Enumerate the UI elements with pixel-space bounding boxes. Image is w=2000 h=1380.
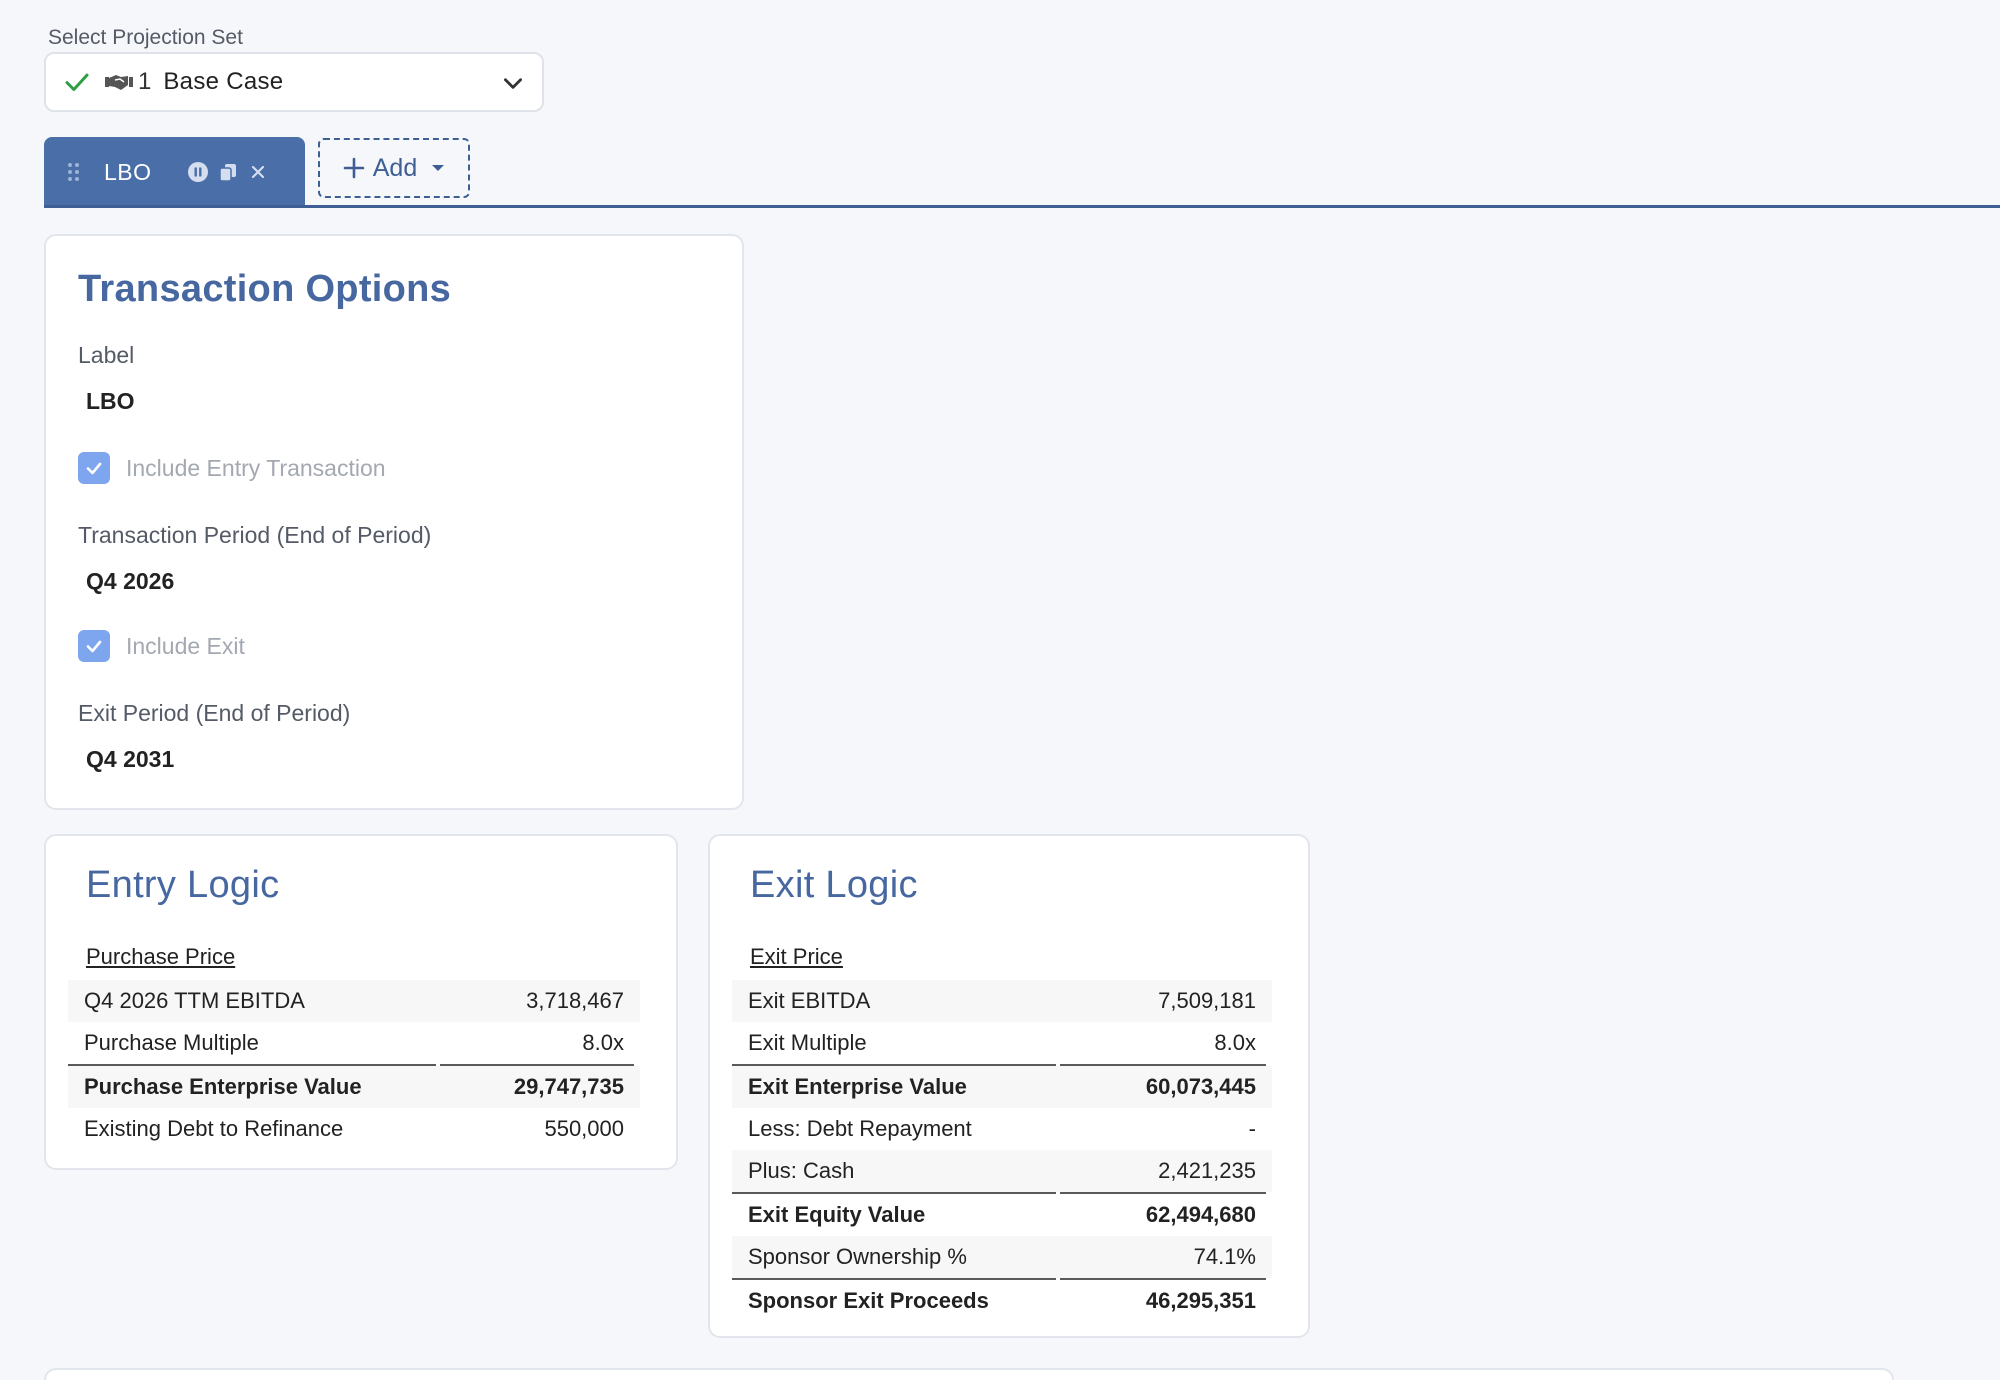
row-label: Exit Multiple xyxy=(748,1030,867,1055)
projection-set-label: Select Projection Set xyxy=(48,26,243,49)
row-value: 3,718,467 xyxy=(526,988,624,1013)
projection-value: Base Case xyxy=(163,68,284,95)
label-field-label: Label xyxy=(78,342,135,368)
drag-handle-icon[interactable] xyxy=(66,162,82,182)
row-label: Exit EBITDA xyxy=(748,988,871,1013)
include-exit-checkbox[interactable]: Include Exit xyxy=(78,630,245,662)
row-label: Existing Debt to Refinance xyxy=(84,1116,344,1141)
row-label: Sponsor Ownership % xyxy=(748,1244,967,1269)
table-row: Less: Debt Repayment - xyxy=(732,1108,1272,1150)
row-value: 550,000 xyxy=(544,1116,624,1141)
transaction-period-value[interactable]: Q4 2026 xyxy=(86,568,174,595)
row-value: 29,747,735 xyxy=(513,1074,624,1099)
section-heading: Exit Price xyxy=(750,944,843,969)
include-entry-checkbox[interactable]: Include Entry Transaction xyxy=(78,452,386,484)
table-row: Exit Enterprise Value 60,073,445 xyxy=(732,1066,1272,1108)
row-value: 62,494,680 xyxy=(1145,1202,1256,1227)
exit-period-value[interactable]: Q4 2031 xyxy=(86,746,174,773)
checkbox-checked[interactable] xyxy=(78,630,110,662)
transaction-options-card: Transaction Options Label LBO Include En… xyxy=(44,234,744,810)
row-label: Purchase Multiple xyxy=(84,1030,259,1055)
section-heading: Purchase Price xyxy=(86,944,236,969)
table-row: Purchase Multiple 8.0x xyxy=(68,1022,640,1064)
row-value: 8.0x xyxy=(1214,1030,1256,1055)
plus-icon xyxy=(343,157,365,179)
card-title: Transaction Options xyxy=(78,268,452,310)
row-value: 60,073,445 xyxy=(1145,1074,1256,1099)
row-label: Exit Equity Value xyxy=(748,1202,926,1227)
check-icon xyxy=(65,73,89,91)
row-value: 8.0x xyxy=(582,1030,624,1055)
table-row: Plus: Cash 2,421,235 xyxy=(732,1150,1272,1192)
check-icon xyxy=(86,462,102,475)
handshake-icon xyxy=(105,75,133,90)
card-title: Exit Logic xyxy=(750,864,918,906)
add-button[interactable]: Add xyxy=(318,138,470,198)
entry-logic-card: Entry Logic Purchase Price Q4 2026 TTM E… xyxy=(44,834,678,1170)
caret-down-icon xyxy=(432,165,445,171)
tab-label: LBO xyxy=(104,158,152,185)
table-row: Existing Debt to Refinance 550,000 xyxy=(68,1108,640,1150)
checkbox-checked[interactable] xyxy=(78,452,110,484)
row-value: 2,421,235 xyxy=(1158,1158,1256,1183)
projection-number: 1 xyxy=(138,68,152,95)
include-exit-label: Include Exit xyxy=(126,632,245,659)
label-field-value: LBO xyxy=(86,388,135,414)
row-label: Exit Enterprise Value xyxy=(748,1074,967,1099)
row-value: 74.1% xyxy=(1193,1244,1256,1269)
table-row: Exit Equity Value 62,494,680 xyxy=(732,1194,1272,1236)
row-value: - xyxy=(1248,1116,1256,1141)
chevron-down-icon xyxy=(504,78,522,89)
row-label: Less: Debt Repayment xyxy=(748,1116,972,1141)
table-row: Exit EBITDA 7,509,181 xyxy=(732,980,1272,1022)
tab-bar-divider xyxy=(44,205,2000,208)
projection-set-select[interactable]: 1 Base Case xyxy=(44,52,544,112)
table-row: Exit Multiple 8.0x xyxy=(732,1022,1272,1064)
exit-logic-card: Exit Logic Exit Price Exit EBITDA 7,509,… xyxy=(708,834,1310,1338)
row-label: Purchase Enterprise Value xyxy=(84,1074,362,1099)
row-label: Q4 2026 TTM EBITDA xyxy=(84,988,305,1013)
table-row: Sponsor Ownership % 74.1% xyxy=(732,1236,1272,1278)
check-icon xyxy=(86,640,102,653)
table-row: Sponsor Exit Proceeds 46,295,351 xyxy=(732,1280,1272,1322)
copy-icon[interactable] xyxy=(216,160,240,184)
pause-icon[interactable] xyxy=(186,160,210,184)
include-entry-label: Include Entry Transaction xyxy=(126,454,386,481)
table-row: Q4 2026 TTM EBITDA 3,718,467 xyxy=(68,980,640,1022)
exit-period-label: Exit Period (End of Period) xyxy=(78,700,351,726)
table-row: Purchase Enterprise Value 29,747,735 xyxy=(68,1066,640,1108)
row-value: 46,295,351 xyxy=(1145,1288,1256,1313)
row-label: Plus: Cash xyxy=(748,1158,855,1183)
next-card xyxy=(44,1368,1894,1380)
card-title: Entry Logic xyxy=(86,864,280,906)
transaction-period-label: Transaction Period (End of Period) xyxy=(78,522,432,548)
close-icon[interactable] xyxy=(246,160,270,184)
add-button-label: Add xyxy=(372,153,418,182)
row-label: Sponsor Exit Proceeds xyxy=(748,1288,989,1313)
tab-lbo[interactable]: LBO xyxy=(44,137,305,207)
row-value: 7,509,181 xyxy=(1158,988,1256,1013)
